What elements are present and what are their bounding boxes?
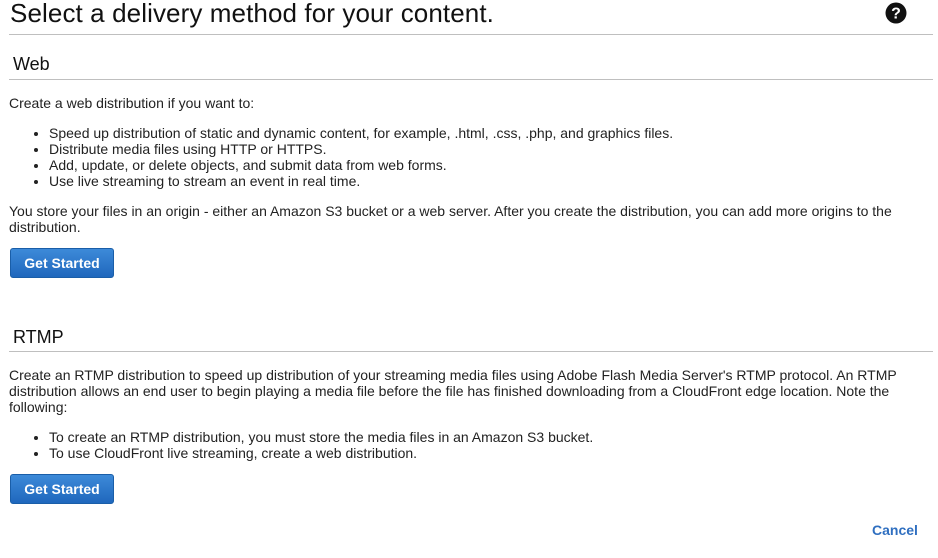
web-heading-divider bbox=[9, 79, 933, 80]
rtmp-bullet-item: To use CloudFront live streaming, create… bbox=[49, 445, 593, 461]
title-divider bbox=[9, 34, 933, 35]
web-bullet-item: Speed up distribution of static and dyna… bbox=[49, 125, 673, 141]
web-bullet-item: Use live streaming to stream an event in… bbox=[49, 173, 673, 189]
svg-text:?: ? bbox=[891, 6, 901, 23]
web-section-heading: Web bbox=[13, 54, 50, 74]
rtmp-intro: Create an RTMP distribution to speed up … bbox=[9, 367, 897, 415]
web-intro: Create a web distribution if you want to… bbox=[9, 95, 255, 111]
help-circle-icon[interactable]: ? bbox=[885, 2, 907, 24]
rtmp-bullet-item: To create an RTMP distribution, you must… bbox=[49, 429, 593, 445]
rtmp-section-heading: RTMP bbox=[13, 327, 64, 347]
page-title: Select a delivery method for your conten… bbox=[10, 0, 495, 28]
rtmp-heading-divider bbox=[9, 351, 933, 352]
web-bullet-list: Speed up distribution of static and dyna… bbox=[9, 125, 673, 189]
web-bullet-item: Add, update, or delete objects, and subm… bbox=[49, 157, 673, 173]
web-bullet-item: Distribute media files using HTTP or HTT… bbox=[49, 141, 673, 157]
rtmp-bullet-list: To create an RTMP distribution, you must… bbox=[9, 429, 593, 461]
web-get-started-button[interactable]: Get Started bbox=[10, 248, 114, 278]
cancel-link[interactable]: Cancel bbox=[872, 522, 918, 538]
web-origin-note: You store your files in an origin - eith… bbox=[9, 203, 892, 235]
rtmp-get-started-button[interactable]: Get Started bbox=[10, 474, 114, 504]
